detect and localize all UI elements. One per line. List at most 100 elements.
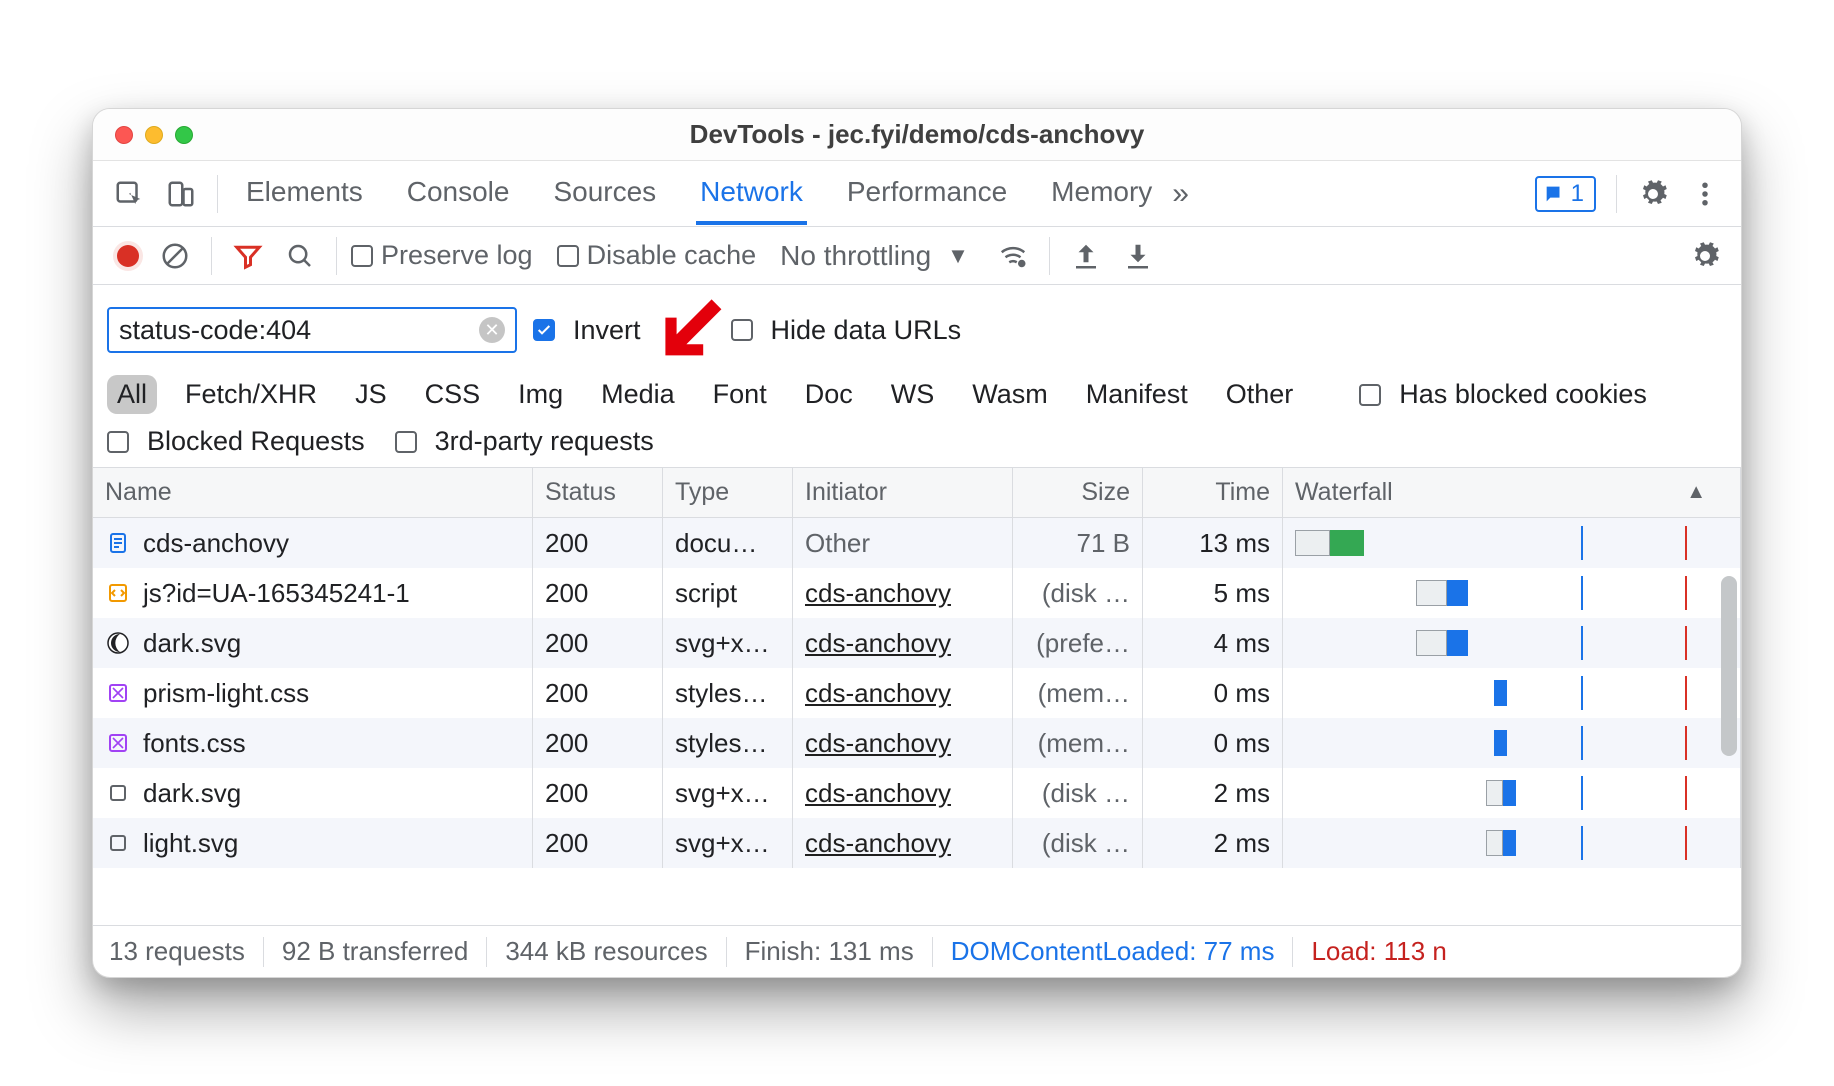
blocked-requests-checkbox[interactable] bbox=[107, 431, 129, 453]
network-conditions-icon[interactable] bbox=[991, 234, 1035, 278]
col-size[interactable]: Size bbox=[1013, 468, 1143, 517]
filter-input[interactable]: status-code:404 ✕ bbox=[107, 307, 517, 353]
has-blocked-cookies-checkbox[interactable] bbox=[1359, 384, 1381, 406]
col-status[interactable]: Status bbox=[533, 468, 663, 517]
tab-elements[interactable]: Elements bbox=[242, 162, 367, 225]
table-row[interactable]: dark.svg200svg+x…cds-anchovy(prefe…4 ms bbox=[93, 618, 1741, 668]
kebab-menu-icon[interactable] bbox=[1683, 172, 1727, 216]
tab-sources[interactable]: Sources bbox=[549, 162, 660, 225]
devtools-window: DevTools - jec.fyi/demo/cds-anchovy Elem… bbox=[92, 108, 1742, 978]
disable-cache-checkbox[interactable] bbox=[557, 245, 579, 267]
col-type[interactable]: Type bbox=[663, 468, 793, 517]
inspect-element-icon[interactable] bbox=[107, 172, 151, 216]
device-toolbar-icon[interactable] bbox=[159, 172, 203, 216]
cell-initiator[interactable]: cds-anchovy bbox=[793, 768, 1013, 818]
cell-time: 4 ms bbox=[1143, 618, 1283, 668]
type-filter-doc[interactable]: Doc bbox=[795, 375, 863, 414]
zoom-window-button[interactable] bbox=[175, 126, 193, 144]
table-row[interactable]: js?id=UA-165345241-1200scriptcds-anchovy… bbox=[93, 568, 1741, 618]
cell-waterfall bbox=[1283, 668, 1741, 718]
type-filter-media[interactable]: Media bbox=[591, 375, 685, 414]
minimize-window-button[interactable] bbox=[145, 126, 163, 144]
type-filter-other[interactable]: Other bbox=[1216, 375, 1304, 414]
settings-icon[interactable] bbox=[1631, 172, 1675, 216]
footer-requests: 13 requests bbox=[109, 936, 245, 967]
upload-har-icon[interactable] bbox=[1064, 234, 1108, 278]
record-button[interactable] bbox=[117, 245, 139, 267]
type-filter-js[interactable]: JS bbox=[345, 375, 397, 414]
panel-settings-icon[interactable] bbox=[1683, 234, 1727, 278]
preserve-log-checkbox[interactable] bbox=[351, 245, 373, 267]
table-row[interactable]: light.svg200svg+x…cds-anchovy(disk …2 ms bbox=[93, 818, 1741, 868]
tab-performance[interactable]: Performance bbox=[843, 162, 1011, 225]
cell-type: svg+x… bbox=[663, 618, 793, 668]
cell-initiator[interactable]: cds-anchovy bbox=[793, 818, 1013, 868]
cell-time: 0 ms bbox=[1143, 668, 1283, 718]
cell-name: fonts.css bbox=[93, 718, 533, 768]
footer-transferred: 92 B transferred bbox=[282, 936, 468, 967]
third-party-checkbox[interactable] bbox=[395, 431, 417, 453]
cell-type: styles… bbox=[663, 718, 793, 768]
table-row[interactable]: dark.svg200svg+x…cds-anchovy(disk …2 ms bbox=[93, 768, 1741, 818]
cell-initiator: Other bbox=[793, 518, 1013, 568]
invert-toggle[interactable]: Invert bbox=[533, 315, 641, 346]
cell-size: (disk … bbox=[1013, 818, 1143, 868]
type-filter-manifest[interactable]: Manifest bbox=[1076, 375, 1198, 414]
type-filter-img[interactable]: Img bbox=[508, 375, 573, 414]
footer-dcl: DOMContentLoaded: 77 ms bbox=[951, 936, 1275, 967]
disable-cache-toggle[interactable]: Disable cache bbox=[557, 240, 757, 271]
clear-log-icon[interactable] bbox=[153, 234, 197, 278]
separator bbox=[1049, 237, 1050, 275]
col-name[interactable]: Name bbox=[93, 468, 533, 517]
more-tabs-button[interactable]: » bbox=[1164, 177, 1197, 211]
request-name: fonts.css bbox=[143, 728, 246, 759]
cell-status: 200 bbox=[533, 618, 663, 668]
has-blocked-cookies-toggle[interactable]: Has blocked cookies bbox=[1359, 379, 1647, 410]
footer-finish: Finish: 131 ms bbox=[745, 936, 914, 967]
cell-initiator[interactable]: cds-anchovy bbox=[793, 618, 1013, 668]
cell-type: styles… bbox=[663, 668, 793, 718]
col-initiator[interactable]: Initiator bbox=[793, 468, 1013, 517]
tab-network[interactable]: Network bbox=[696, 162, 807, 225]
cell-initiator[interactable]: cds-anchovy bbox=[793, 568, 1013, 618]
cell-initiator[interactable]: cds-anchovy bbox=[793, 718, 1013, 768]
hide-data-urls-toggle[interactable]: Hide data URLs bbox=[731, 315, 962, 346]
third-party-toggle[interactable]: 3rd-party requests bbox=[395, 426, 654, 457]
blocked-requests-label: Blocked Requests bbox=[147, 426, 365, 457]
throttling-dropdown[interactable]: No throttling ▼ bbox=[780, 240, 979, 272]
blocked-requests-toggle[interactable]: Blocked Requests bbox=[107, 426, 365, 457]
type-filter-css[interactable]: CSS bbox=[415, 375, 491, 414]
request-name: light.svg bbox=[143, 828, 238, 859]
table-row[interactable]: prism-light.css200styles…cds-anchovy(mem… bbox=[93, 668, 1741, 718]
close-window-button[interactable] bbox=[115, 126, 133, 144]
table-row[interactable]: fonts.css200styles…cds-anchovy(mem…0 ms bbox=[93, 718, 1741, 768]
file-type-icon bbox=[105, 530, 131, 556]
download-har-icon[interactable] bbox=[1116, 234, 1160, 278]
search-icon[interactable] bbox=[278, 234, 322, 278]
issues-badge[interactable]: 1 bbox=[1535, 176, 1596, 212]
cell-initiator[interactable]: cds-anchovy bbox=[793, 668, 1013, 718]
tab-console[interactable]: Console bbox=[403, 162, 514, 225]
filter-input-value: status-code:404 bbox=[119, 315, 311, 346]
cell-type: script bbox=[663, 568, 793, 618]
tab-memory[interactable]: Memory bbox=[1047, 162, 1156, 225]
cell-status: 200 bbox=[533, 668, 663, 718]
type-filter-font[interactable]: Font bbox=[703, 375, 777, 414]
separator bbox=[932, 937, 933, 967]
clear-filter-icon[interactable]: ✕ bbox=[479, 317, 505, 343]
type-filter-wasm[interactable]: Wasm bbox=[962, 375, 1058, 414]
col-waterfall[interactable]: Waterfall ▲ bbox=[1283, 468, 1741, 517]
filter-icon[interactable] bbox=[226, 234, 270, 278]
hide-data-urls-checkbox[interactable] bbox=[731, 319, 753, 341]
cell-status: 200 bbox=[533, 768, 663, 818]
cell-waterfall bbox=[1283, 518, 1741, 568]
type-filter-all[interactable]: All bbox=[107, 375, 157, 414]
preserve-log-toggle[interactable]: Preserve log bbox=[351, 240, 533, 271]
throttling-value: No throttling bbox=[780, 240, 931, 272]
table-row[interactable]: cds-anchovy200docu…Other71 B13 ms bbox=[93, 518, 1741, 568]
file-type-icon bbox=[105, 730, 131, 756]
type-filter-ws[interactable]: WS bbox=[881, 375, 945, 414]
invert-checkbox[interactable] bbox=[533, 319, 555, 341]
col-time[interactable]: Time bbox=[1143, 468, 1283, 517]
type-filter-fetchxhr[interactable]: Fetch/XHR bbox=[175, 375, 327, 414]
